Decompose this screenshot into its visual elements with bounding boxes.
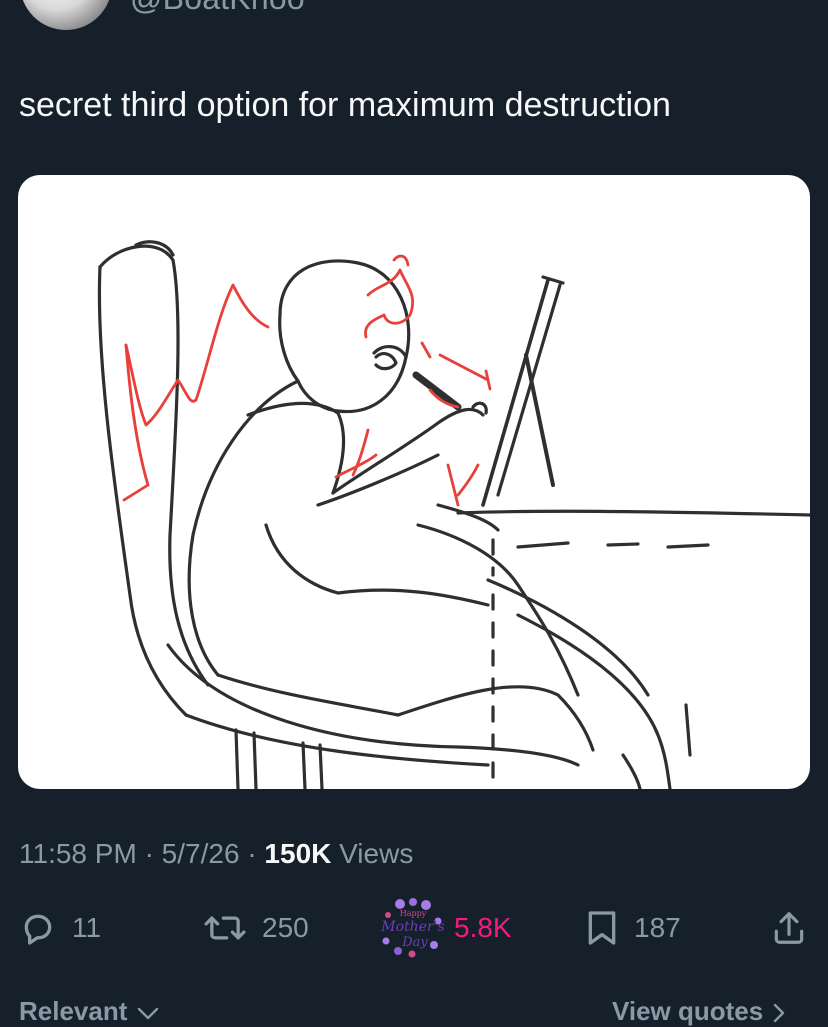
tweet-actions-bar: 11 250 Happy Mother's Day 5.8K 187	[0, 898, 828, 958]
share-icon	[774, 912, 804, 944]
tweet-date[interactable]: 5/7/26	[162, 838, 240, 869]
retweet-button[interactable]: 250	[202, 900, 309, 956]
chevron-down-icon	[137, 1007, 158, 1020]
reply-sort-label: Relevant	[19, 996, 128, 1026]
like-button[interactable]: Happy Mother's Day 5.8K	[378, 898, 512, 958]
svg-text:Mother's: Mother's	[380, 919, 444, 935]
meta-separator: ·	[144, 838, 154, 869]
chevron-right-icon	[774, 1003, 785, 1023]
tweet-media-image[interactable]	[18, 175, 810, 789]
reply-sort-dropdown[interactable]: Relevant	[19, 996, 161, 1027]
mothers-day-icon: Happy Mother's Day	[380, 898, 445, 958]
reply-button[interactable]: 11	[18, 900, 101, 956]
view-quotes-link[interactable]: View quotes	[612, 996, 788, 1027]
reply-count: 11	[72, 912, 102, 943]
author-avatar[interactable]	[20, 0, 112, 30]
views-count: 150K	[264, 838, 332, 869]
bookmark-icon	[588, 911, 616, 945]
meta-separator: ·	[247, 838, 257, 869]
share-button[interactable]	[770, 900, 808, 956]
tweet-text: secret third option for maximum destruct…	[19, 86, 671, 124]
bookmark-button[interactable]: 187	[584, 900, 681, 956]
view-quotes-label: View quotes	[612, 996, 764, 1026]
retweet-count: 250	[262, 912, 309, 943]
tweet-time[interactable]: 11:58 PM	[19, 838, 137, 869]
sketch-drawing	[97, 240, 810, 789]
svg-text:Day: Day	[401, 935, 428, 950]
author-handle[interactable]: @BoatKnoo	[130, 0, 305, 17]
tweet-meta: 11:58 PM · 5/7/26 · 150K Views	[19, 838, 413, 870]
svg-text:Happy: Happy	[400, 909, 427, 918]
bookmark-count: 187	[634, 912, 681, 943]
like-count: 5.8K	[454, 912, 512, 943]
views-label: Views	[339, 838, 414, 869]
reply-icon	[24, 914, 52, 945]
retweet-icon	[204, 916, 246, 940]
